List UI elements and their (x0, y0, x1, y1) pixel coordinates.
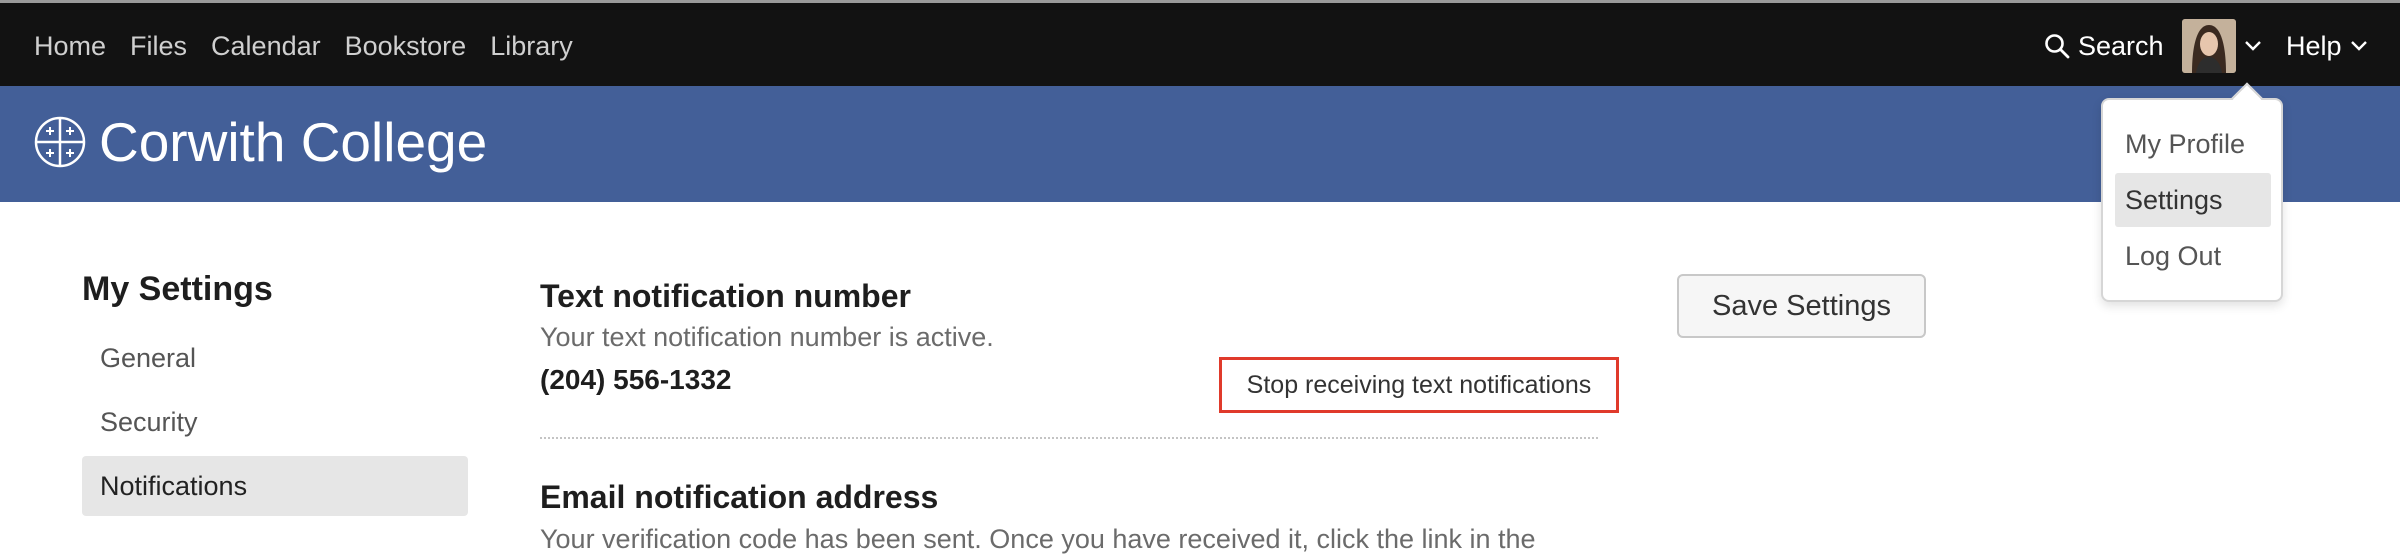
user-menu-button[interactable] (2182, 19, 2262, 73)
sidebar-item-general[interactable]: General (82, 328, 468, 388)
phone-number: (204) 556-1332 (540, 364, 732, 395)
help-label: Help (2286, 30, 2342, 61)
menu-item-log-out[interactable]: Log Out (2115, 229, 2271, 283)
text-notification-status: Your text notification number is active. (540, 322, 994, 352)
chevron-down-icon (2245, 41, 2261, 51)
text-notification-title: Text notification number (540, 278, 911, 314)
nav-calendar[interactable]: Calendar (211, 31, 321, 62)
nav-files[interactable]: Files (130, 31, 187, 62)
menu-item-settings[interactable]: Settings (2115, 173, 2271, 227)
help-menu-button[interactable]: Help (2286, 3, 2368, 89)
page-title: My Settings (82, 270, 273, 308)
email-notification-status: Your verification code has been sent. On… (540, 524, 1536, 554)
top-nav-bar: Home Files Calendar Bookstore Library Se… (0, 0, 2400, 86)
nav-bookstore[interactable]: Bookstore (345, 31, 467, 62)
college-banner: Corwith College (0, 86, 2400, 202)
sidebar-item-security[interactable]: Security (82, 392, 468, 452)
college-seal-icon (34, 116, 86, 168)
avatar (2182, 19, 2236, 73)
section-divider (540, 437, 1598, 439)
nav-links: Home Files Calendar Bookstore Library (34, 3, 573, 89)
stop-text-notifications-button[interactable]: Stop receiving text notifications (1219, 357, 1619, 413)
search-label: Search (2078, 30, 2164, 61)
user-dropdown-menu: My Profile Settings Log Out (2101, 98, 2283, 302)
college-name[interactable]: Corwith College (99, 110, 487, 174)
email-notification-title: Email notification address (540, 479, 939, 515)
save-settings-button[interactable]: Save Settings (1677, 274, 1926, 338)
chevron-down-icon (2350, 41, 2367, 51)
search-button[interactable]: Search (2044, 3, 2164, 89)
search-icon (2045, 34, 2070, 59)
nav-home[interactable]: Home (34, 31, 106, 62)
nav-library[interactable]: Library (490, 31, 573, 62)
menu-item-my-profile[interactable]: My Profile (2115, 117, 2271, 171)
sidebar-item-notifications[interactable]: Notifications (82, 456, 468, 516)
